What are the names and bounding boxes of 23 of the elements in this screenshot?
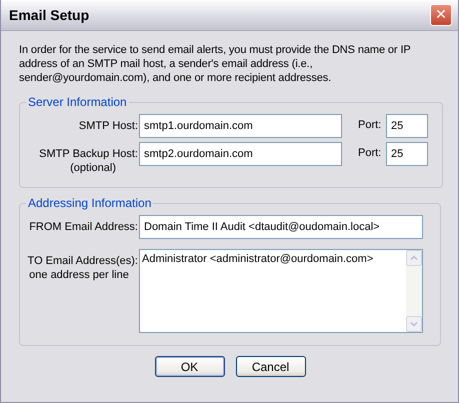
scroll-up-button[interactable] [406,250,422,266]
from-input-field[interactable]: Domain Time II Audit <dtaudit@oudomain.local> [139,215,423,239]
field-note: (optional) [70,161,116,175]
field-label: TO Email Address(es): [28,254,138,268]
ok-button[interactable]: OK [154,356,224,377]
host-input-field[interactable]: smtp1.ourdomain.com [139,114,342,138]
cancel-button[interactable]: Cancel [236,356,306,377]
scrollbar[interactable] [406,250,422,332]
group-legend: Addressing Information [26,196,154,210]
field-label: SMTP Backup Host: [39,147,138,161]
field-label: FROM Email Address: [29,220,138,234]
window-title: Email Setup [9,7,90,23]
recipients-text-area[interactable]: Administrator <administrator@ourdomain.com> [139,249,423,333]
port-input-field[interactable]: 25 [386,114,428,138]
intro-text: In order for the service to send email alerts, you must provide the DNS name or IP address of an SMTP mail host, a sender's email address (i.e., sender@yourdomain.com), and one or more recipient addresses. [19,43,412,85]
field-label: SMTP Host: [78,119,138,133]
field-note: one address per line [29,268,129,282]
port-input-field[interactable]: 25 [386,142,428,166]
port-label: Port: [358,119,382,131]
port-label: Port: [358,147,382,159]
group-legend: Server Information [26,95,129,109]
scroll-down-button[interactable] [406,316,422,332]
host-input-field[interactable]: smtp2.ourdomain.com [139,142,342,166]
